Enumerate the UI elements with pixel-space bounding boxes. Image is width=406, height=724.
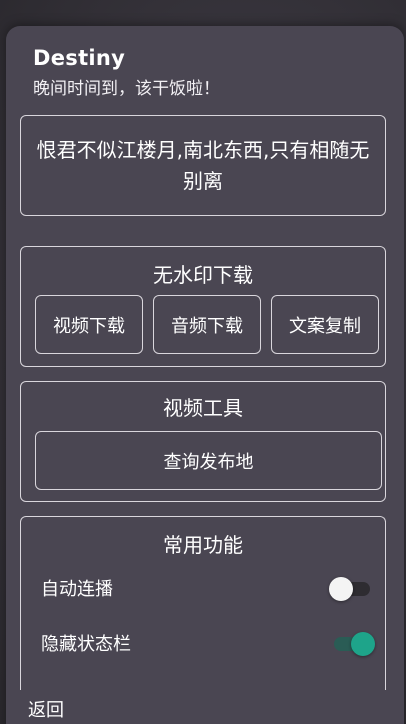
audio-download-button[interactable]: 音频下载 <box>153 295 261 354</box>
dialog-header: Destiny 晚间时间到，该干饭啦！ <box>33 46 220 99</box>
query-location-button[interactable]: 查询发布地 <box>35 431 382 490</box>
download-section-title: 无水印下载 <box>153 263 253 287</box>
quote-text: 恨君不似江楼月,南北东西,只有相随无别离 <box>36 137 370 193</box>
back-button[interactable]: 返回 <box>28 696 64 722</box>
autoplay-setting-row[interactable]: 自动连播 <box>41 568 375 608</box>
hide-status-bar-toggle-thumb <box>351 632 375 656</box>
autoplay-toggle-thumb <box>329 577 353 601</box>
common-functions-section: 常用功能 自动连播 隐藏状态栏 <box>20 516 386 716</box>
autoplay-toggle[interactable] <box>329 574 375 602</box>
quote-card[interactable]: 恨君不似江楼月,南北东西,只有相随无别离 <box>20 115 386 216</box>
dialog-footer: 返回 <box>6 690 404 724</box>
download-section: 无水印下载 视频下载 音频下载 文案复制 <box>20 246 386 367</box>
app-title: Destiny <box>33 46 126 70</box>
hide-status-bar-setting-row[interactable]: 隐藏状态栏 <box>41 623 375 663</box>
video-tools-section-title: 视频工具 <box>163 396 243 420</box>
hide-status-bar-label: 隐藏状态栏 <box>41 634 131 655</box>
greeting-subtitle: 晚间时间到，该干饭啦！ <box>33 79 220 99</box>
common-functions-section-title: 常用功能 <box>163 533 243 557</box>
bottom-sheet-dialog: Destiny 晚间时间到，该干饭啦！ 恨君不似江楼月,南北东西,只有相随无别离… <box>6 26 404 724</box>
copy-caption-button[interactable]: 文案复制 <box>271 295 379 354</box>
video-tools-section: 视频工具 查询发布地 <box>20 381 386 502</box>
video-download-button[interactable]: 视频下载 <box>35 295 143 354</box>
autoplay-label: 自动连播 <box>41 579 113 600</box>
download-button-row: 视频下载 音频下载 文案复制 <box>35 295 379 354</box>
hide-status-bar-toggle[interactable] <box>329 629 375 657</box>
